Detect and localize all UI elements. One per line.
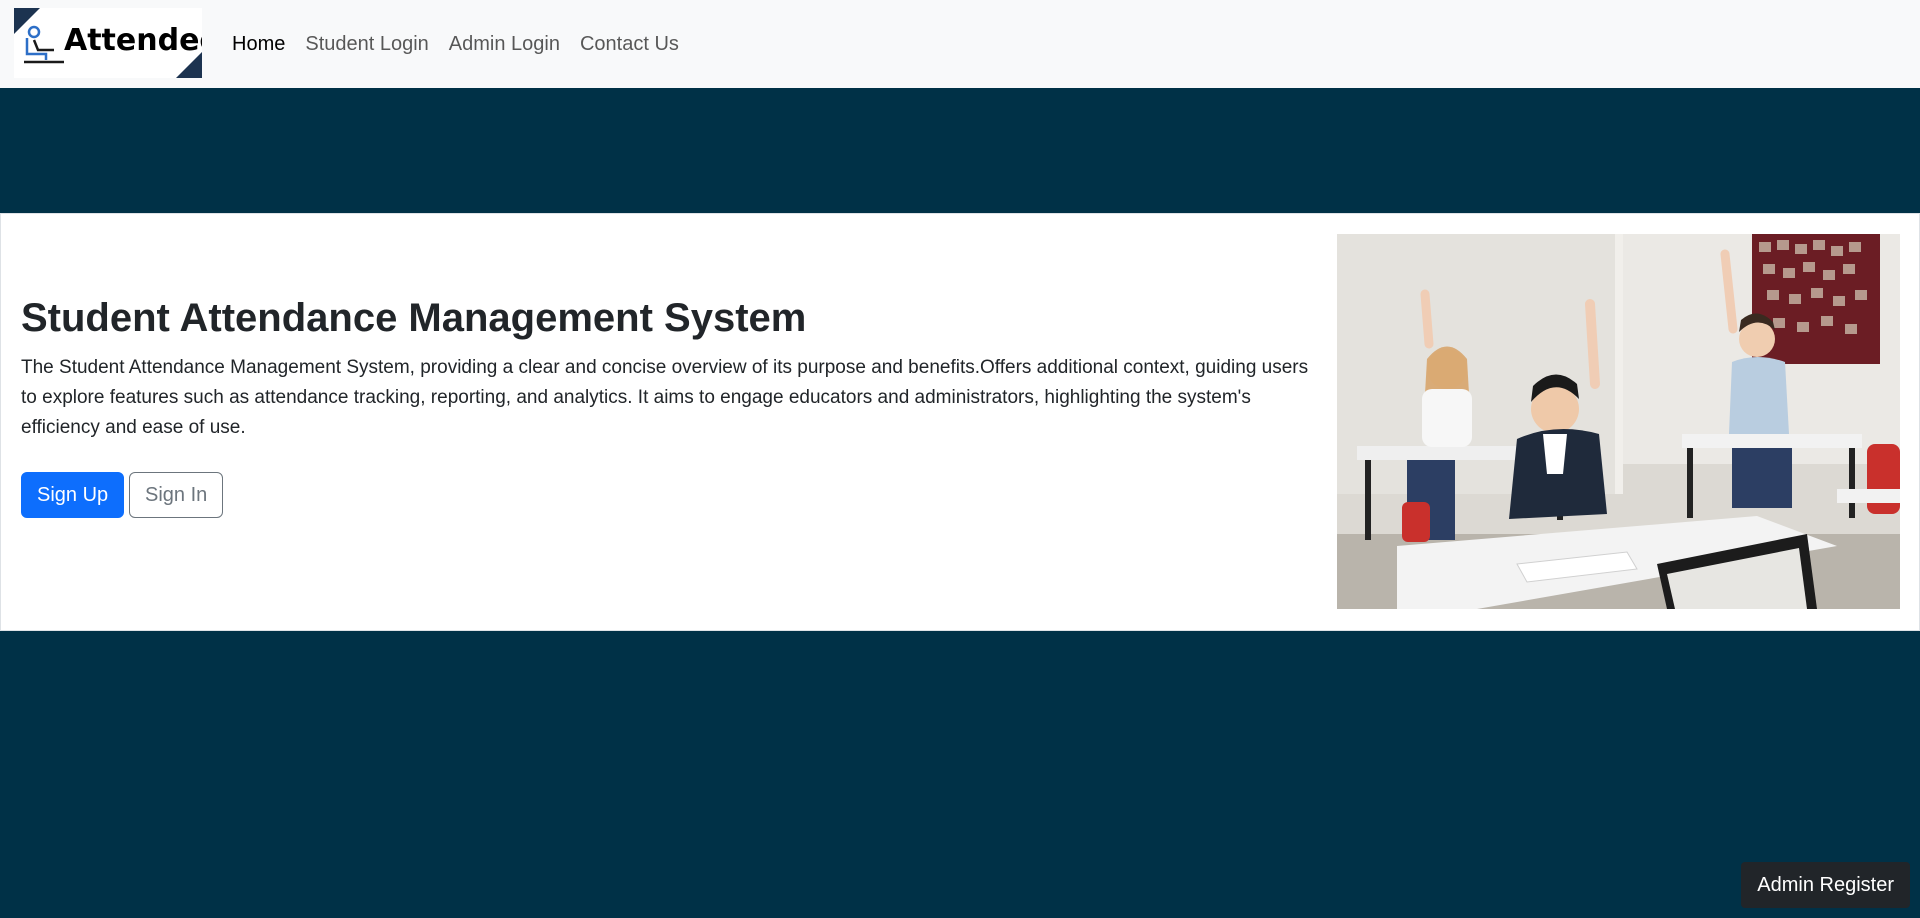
navbar: Attendee Home Student Login Admin Login … (0, 0, 1920, 88)
sign-in-button[interactable]: Sign In (129, 472, 224, 518)
nav-home[interactable]: Home (232, 33, 285, 56)
hero-description: The Student Attendance Management System… (21, 357, 1309, 438)
page-title: Student Attendance Management System (21, 296, 807, 340)
nav-admin-login[interactable]: Admin Login (449, 33, 560, 56)
brand-logo[interactable]: Attendee (14, 8, 202, 78)
nav-contact-us[interactable]: Contact Us (580, 33, 679, 56)
classroom-illustration (1337, 234, 1900, 609)
nav-links: Home Student Login Admin Login Contact U… (232, 0, 699, 88)
hero-section: Student Attendance Management System The… (0, 213, 1920, 631)
admin-register-button[interactable]: Admin Register (1741, 862, 1910, 908)
sign-up-button[interactable]: Sign Up (21, 472, 125, 518)
brand-name: Attendee (64, 23, 202, 58)
classroom-photo (1337, 234, 1900, 609)
nav-student-login[interactable]: Student Login (305, 33, 428, 56)
